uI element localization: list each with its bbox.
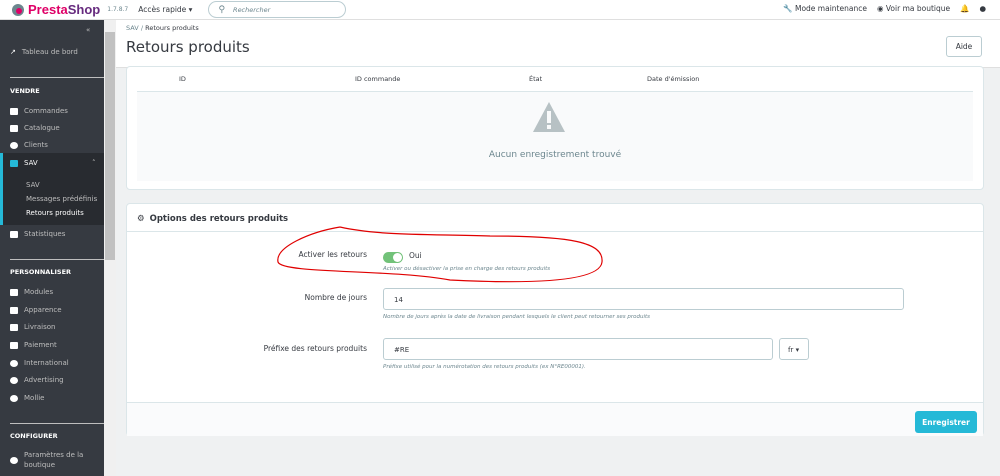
user-icon	[10, 141, 18, 149]
sidebar-item-modules[interactable]: Modules	[10, 288, 53, 296]
page-title: Retours produits	[126, 38, 250, 56]
returns-table-panel: ID ID commande État Date d'émission Aucu…	[126, 66, 984, 190]
search-input[interactable]: ⚲ Rechercher	[208, 1, 347, 18]
trend-icon: ↗	[10, 48, 16, 56]
quick-access-dropdown[interactable]: Accès rapide ▾	[138, 5, 192, 14]
sidebar-sub-returns[interactable]: Retours produits	[26, 209, 84, 217]
language-select[interactable]: fr ▾	[779, 338, 809, 360]
sidebar-item-catalog[interactable]: Catalogue	[10, 124, 60, 132]
gears-icon: ⚙	[137, 214, 145, 224]
wrench-icon: 🔧	[783, 4, 793, 13]
search-icon: ⚲	[218, 4, 226, 15]
sidebar-item-international[interactable]: International	[10, 359, 69, 367]
days-input[interactable]: 14	[383, 288, 904, 310]
truck-icon	[10, 323, 18, 331]
prestashop-logo[interactable]: PrestaShop	[12, 2, 100, 17]
basket-icon	[10, 107, 18, 115]
target-icon	[10, 376, 18, 384]
puzzle-icon	[10, 288, 18, 296]
gear-icon	[10, 456, 18, 464]
save-button[interactable]: Enregistrer	[915, 411, 977, 433]
empty-state: Aucun enregistrement trouvé	[137, 91, 973, 181]
sidebar-sub-messages[interactable]: Messages prédéfinis	[26, 195, 97, 203]
chevron-up-icon: ˄	[92, 159, 96, 167]
monitor-icon	[10, 306, 18, 314]
mollie-icon	[10, 394, 18, 402]
breadcrumb: SAV / Retours produits	[126, 24, 199, 32]
breadcrumb-sav[interactable]: SAV	[126, 24, 139, 32]
prefix-input[interactable]: #RE	[383, 338, 773, 360]
warning-icon	[533, 102, 565, 132]
help-button[interactable]: Aide	[946, 36, 982, 57]
globe-icon	[10, 359, 18, 367]
chart-icon	[10, 230, 18, 238]
notifications-icon[interactable]: 🔔	[960, 4, 969, 13]
eye-icon: ◉	[876, 4, 884, 13]
top-bar: PrestaShop 1.7.8.7 Accès rapide ▾ ⚲ Reche…	[0, 0, 1000, 20]
sidebar: « ↗ Tableau de bord VENDRE Commandes Cata…	[0, 20, 104, 476]
sidebar-scrollbar[interactable]	[104, 20, 116, 476]
sidebar-item-dashboard[interactable]: ↗ Tableau de bord	[10, 48, 78, 56]
logo-icon	[12, 3, 24, 16]
sidebar-item-payment[interactable]: Paiement	[10, 341, 57, 349]
sidebar-sub-sav[interactable]: SAV	[26, 181, 40, 189]
sidebar-item-orders[interactable]: Commandes	[10, 107, 68, 115]
red-annotation-ellipse	[277, 226, 603, 283]
card-icon	[10, 341, 18, 349]
sidebar-item-customers[interactable]: Clients	[10, 141, 48, 149]
maintenance-link[interactable]: 🔧 Mode maintenance	[783, 4, 867, 13]
sidebar-item-stats[interactable]: Statistiques	[10, 230, 65, 238]
account-icon[interactable]: ●	[979, 4, 986, 13]
sidebar-item-shop-params[interactable]: Paramètres de la boutique	[10, 450, 94, 470]
chat-icon	[10, 159, 18, 167]
version: 1.7.8.7	[107, 6, 129, 13]
sidebar-item-advertising[interactable]: Advertising	[10, 376, 64, 384]
sidebar-item-shipping[interactable]: Livraison	[10, 323, 55, 331]
sidebar-item-sav[interactable]: SAV	[10, 159, 38, 167]
store-icon	[10, 124, 18, 132]
sidebar-item-mollie[interactable]: Mollie	[10, 394, 44, 402]
scrollbar-thumb[interactable]	[105, 32, 115, 260]
view-shop-link[interactable]: ◉ Voir ma boutique	[877, 4, 950, 13]
sidebar-item-appearance[interactable]: Apparence	[10, 306, 62, 314]
collapse-icon[interactable]: «	[86, 26, 90, 34]
